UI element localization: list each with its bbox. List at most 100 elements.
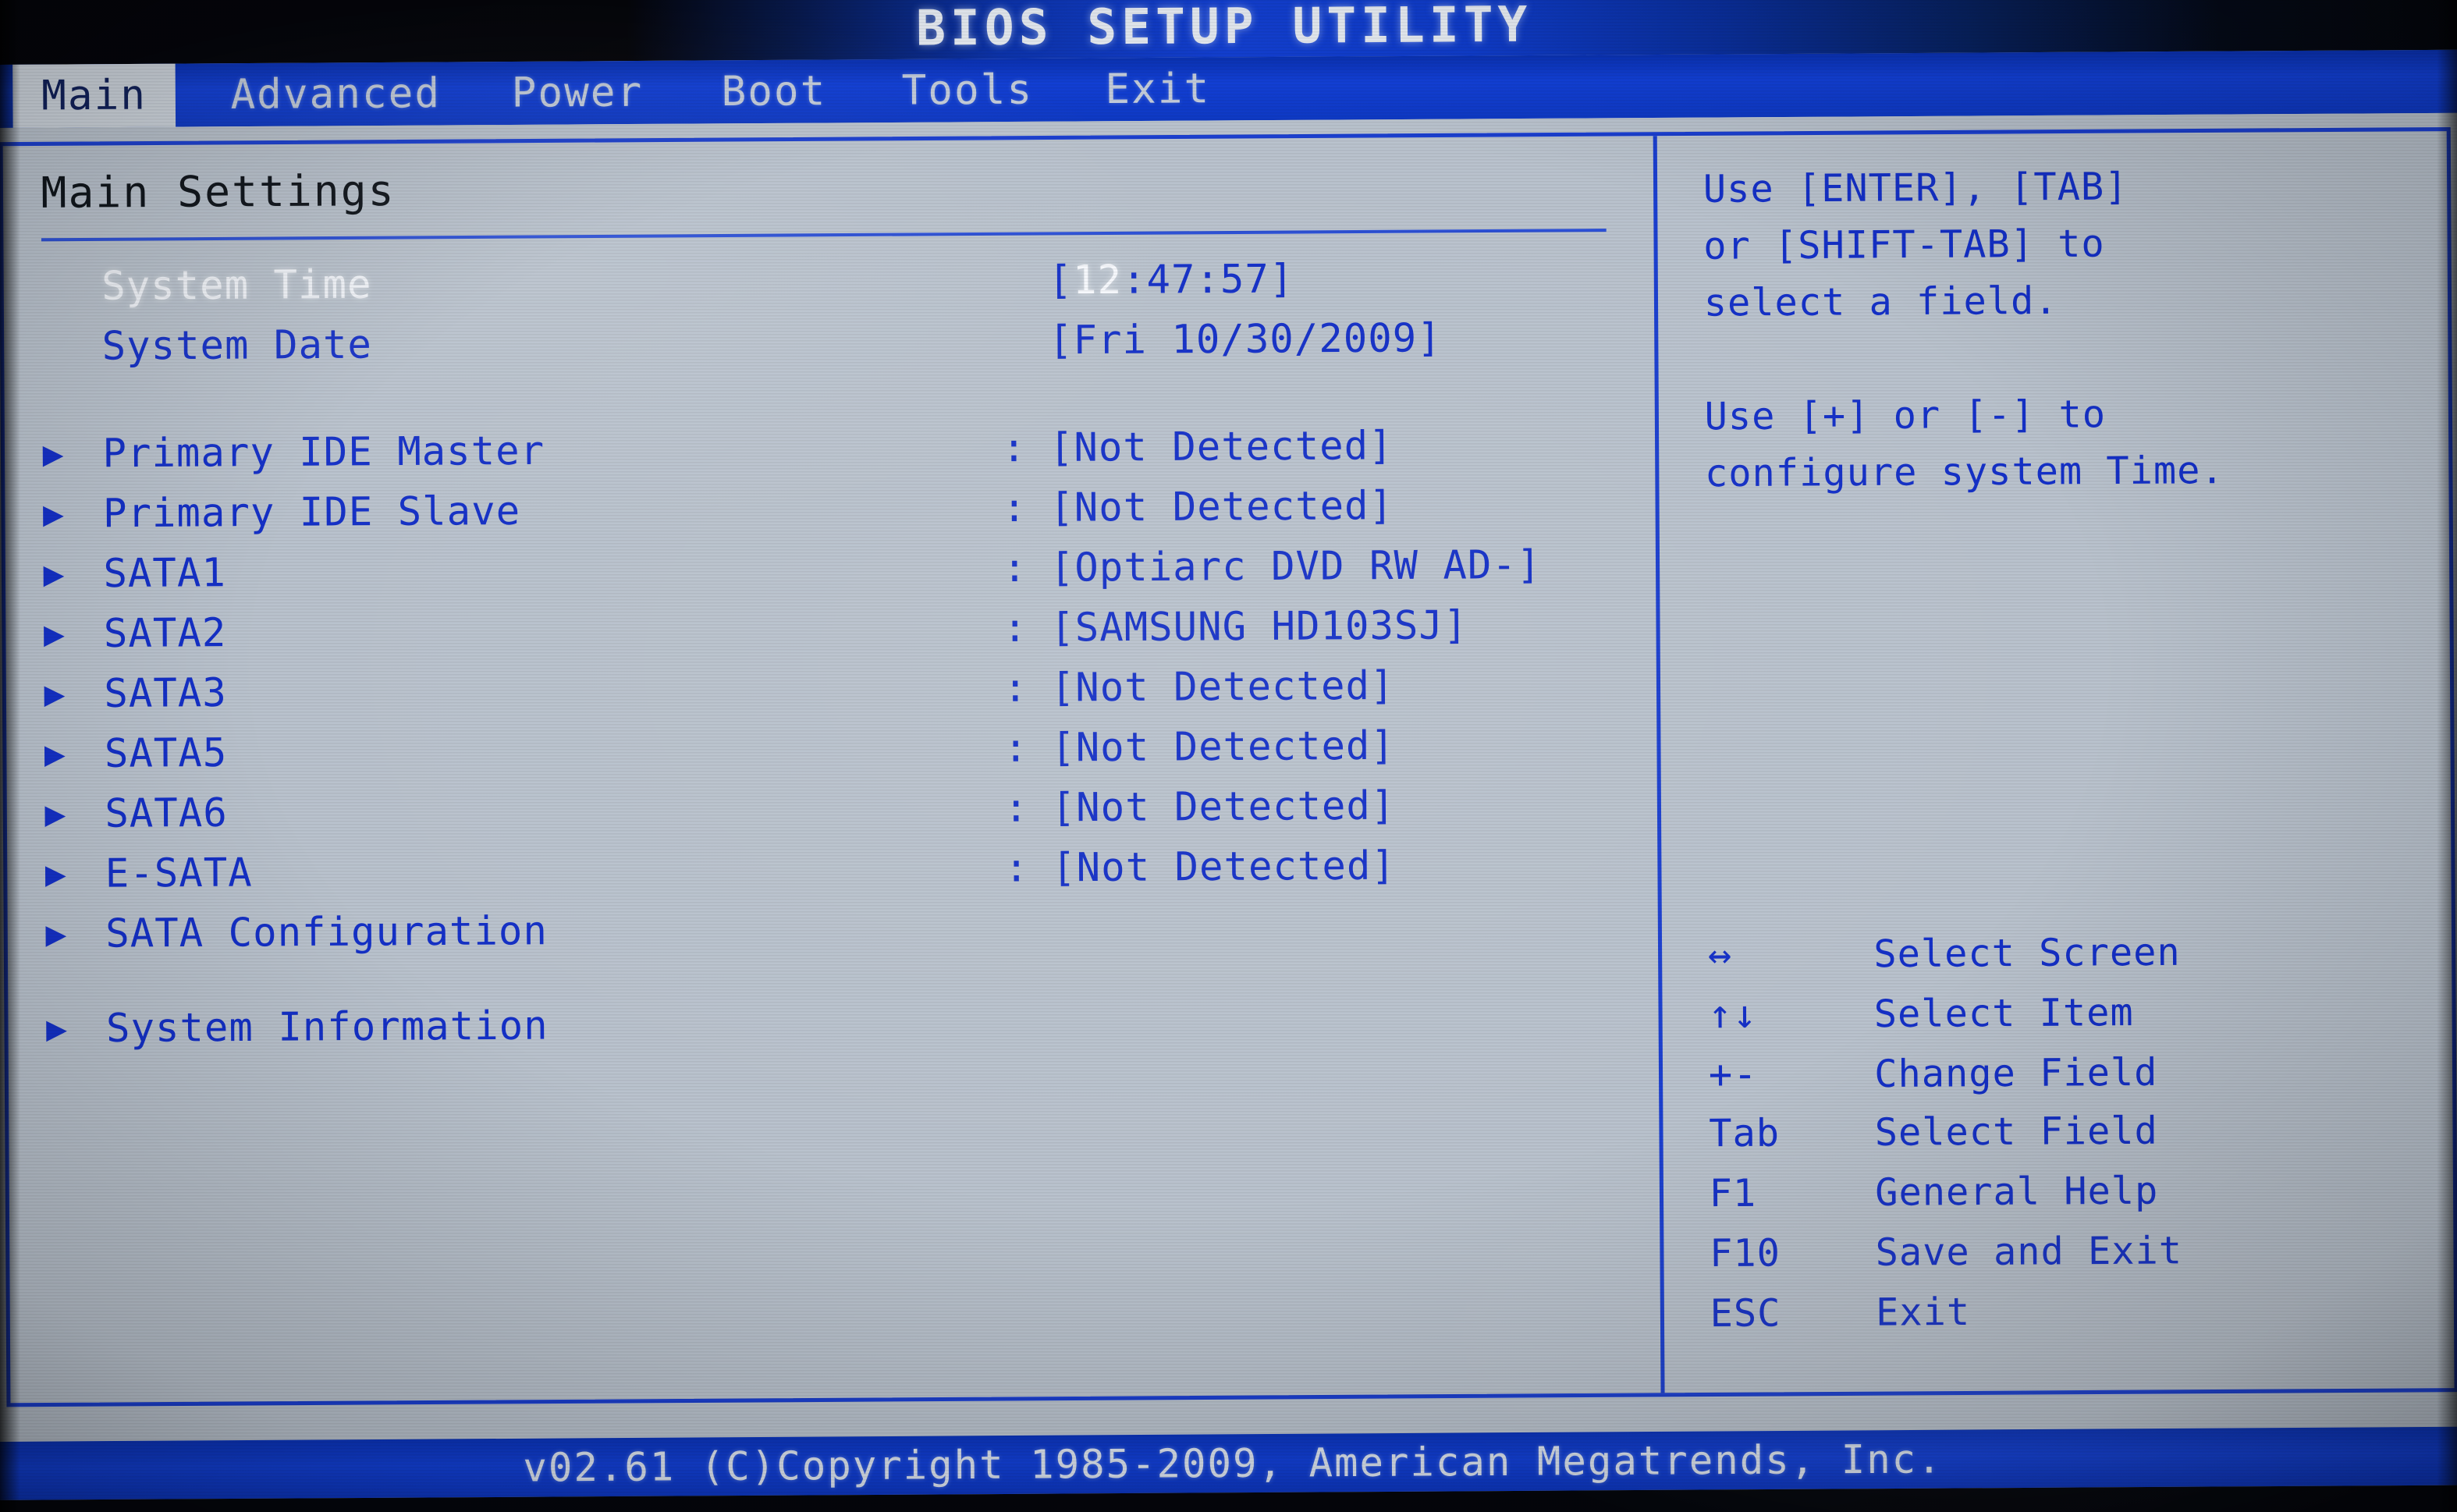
submenu-arrow-icon: ▶ <box>45 1008 69 1049</box>
row-sata6[interactable]: ▶ SATA6 : [Not Detected] <box>44 781 1657 851</box>
help-paragraph-configure-time: Use [+] or [-] to configure system Time. <box>1704 392 2224 496</box>
tab-key-label: Tab <box>1709 1111 1781 1156</box>
label-col: ▶ SATA6 <box>44 785 1004 836</box>
system-time-label: System Time <box>101 261 372 309</box>
legend-select-field: Tab Select Field <box>1709 1107 2404 1171</box>
submenu-arrow-icon: ▶ <box>43 613 66 655</box>
bullet-placeholder-icon: ▶ <box>42 329 102 364</box>
separator: : <box>1004 844 1030 891</box>
label-col: ▶ Primary IDE Master <box>42 425 1002 477</box>
device-label: Primary IDE Master <box>102 428 545 477</box>
tab-tools[interactable]: Tools <box>884 59 1050 122</box>
separator: : <box>1002 545 1028 591</box>
row-sata-configuration[interactable]: ▶ SATA Configuration <box>45 901 1658 971</box>
device-label: SATA1 <box>103 549 227 597</box>
device-value: [Not Detected] <box>1051 722 1396 771</box>
copyright-text: v02.61 (C)Copyright 1985-2009, American … <box>523 1436 1943 1491</box>
submenu-arrow-icon: ▶ <box>44 733 66 775</box>
legend-select-screen: ↔ Select Screen <box>1708 928 2403 992</box>
bracket-open: [ <box>1048 257 1074 303</box>
system-date-value[interactable]: [Fri 10/30/2009] <box>1049 315 1442 364</box>
submenu-arrow-icon: ▶ <box>42 494 66 534</box>
tab-main[interactable]: Main <box>12 63 176 128</box>
tab-boot[interactable]: Boot <box>703 59 846 123</box>
device-value: [Not Detected] <box>1049 422 1394 471</box>
monitor-photo: BIOS SETUP UTILITY Main Advanced Power B… <box>0 0 2457 1512</box>
separator: : <box>1003 605 1028 651</box>
separator: : <box>1003 665 1028 712</box>
device-label: SATA3 <box>104 669 227 717</box>
legend-change-field: +- Change Field <box>1709 1047 2404 1111</box>
submenu-arrow-icon: ▶ <box>44 673 66 715</box>
legend-label: Save and Exit <box>1875 1228 2183 1275</box>
separator: : <box>1002 484 1028 531</box>
label-col: ▶ SATA3 <box>44 665 1003 716</box>
system-date-label: System Date <box>101 321 373 369</box>
row-sata3[interactable]: ▶ SATA3 : [Not Detected] <box>44 661 1656 731</box>
submenu-arrow-icon: ▶ <box>44 854 67 895</box>
row-primary-ide-master[interactable]: ▶ Primary IDE Master : [Not Detected] <box>42 421 1655 492</box>
up-down-arrow-icon: ↑↓ <box>1708 991 1758 1038</box>
body-area: Main Settings ▶ System Time [12:47:57] <box>0 112 2457 1415</box>
label-col: ▶ Primary IDE Slave <box>43 485 1003 537</box>
label-col: ▶ System Time <box>41 257 1001 309</box>
row-primary-ide-slave[interactable]: ▶ Primary IDE Slave : [Not Detected] <box>43 481 1656 552</box>
label-col: ▶ System Information <box>46 999 1006 1051</box>
device-value: [Not Detected] <box>1051 783 1396 831</box>
label-col: ▶ SATA2 <box>43 605 1003 657</box>
device-value: [Optiarc DVD RW AD-] <box>1049 541 1542 591</box>
submenu-label: System Information <box>105 1003 549 1052</box>
bullet-placeholder-icon: ▶ <box>41 269 101 304</box>
row-system-time[interactable]: ▶ System Time [12:47:57] <box>41 254 1654 324</box>
panel-frame: Main Settings ▶ System Time [12:47:57] <box>0 126 2457 1407</box>
help-panel: Use [ENTER], [TAB] or [SHIFT-TAB] to sel… <box>1657 131 2455 1393</box>
row-sata1[interactable]: ▶ SATA1 : [Optiarc DVD RW AD-] <box>43 541 1656 611</box>
submenu-arrow-icon: ▶ <box>43 553 66 595</box>
tab-advanced[interactable]: Advanced <box>211 62 460 126</box>
submenu-arrow-icon: ▶ <box>42 434 65 474</box>
f10-key-label: F10 <box>1710 1230 1781 1276</box>
system-date-rest: Fri 10/30/2009] <box>1073 314 1442 364</box>
f1-key-label: F1 <box>1709 1171 1757 1216</box>
legend-general-help: F1 General Help <box>1710 1167 2405 1231</box>
row-system-date[interactable]: ▶ System Date [Fri 10/30/2009] <box>42 314 1655 384</box>
legend-label: General Help <box>1875 1169 2159 1215</box>
device-label: SATA Configuration <box>105 907 549 957</box>
separator: : <box>1001 424 1027 471</box>
window-title: BIOS SETUP UTILITY <box>915 0 1532 57</box>
legend-label: Select Item <box>1873 990 2134 1037</box>
separator: : <box>1003 725 1029 771</box>
device-label: E-SATA <box>105 849 253 896</box>
label-col: ▶ E-SATA <box>45 845 1005 896</box>
row-system-information[interactable]: ▶ System Information <box>46 996 1659 1066</box>
bracket-open: [ <box>1048 317 1074 364</box>
tab-exit[interactable]: Exit <box>1092 57 1225 121</box>
section-divider <box>41 229 1607 242</box>
device-value: [Not Detected] <box>1051 843 1397 891</box>
plus-minus-icon: +- <box>1708 1051 1758 1098</box>
label-col: ▶ SATA Configuration <box>45 905 1005 957</box>
device-value: [SAMSUNG HD103SJ] <box>1050 602 1468 651</box>
esc-key-label: ESC <box>1710 1290 1781 1336</box>
row-sata5[interactable]: ▶ SATA5 : [Not Detected] <box>44 721 1657 791</box>
legend-label: Change Field <box>1874 1050 2158 1097</box>
row-sata2[interactable]: ▶ SATA2 : [SAMSUNG HD103SJ] <box>44 601 1656 671</box>
legend-label: Select Field <box>1874 1109 2159 1155</box>
row-e-sata[interactable]: ▶ E-SATA : [Not Detected] <box>45 841 1658 911</box>
device-label: Primary IDE Slave <box>102 488 521 537</box>
tab-power[interactable]: Power <box>494 61 660 125</box>
device-label: SATA6 <box>105 790 228 836</box>
device-label: SATA5 <box>104 729 228 777</box>
label-col: ▶ SATA5 <box>44 725 1004 776</box>
legend-select-item: ↑↓ Select Item <box>1708 987 2403 1051</box>
legend-exit: ESC Exit <box>1710 1287 2405 1351</box>
settings-panel: Main Settings ▶ System Time [12:47:57] <box>3 136 1661 1403</box>
section-title: Main Settings <box>41 165 396 218</box>
system-time-hours[interactable]: 12 <box>1073 257 1122 303</box>
device-value: [Not Detected] <box>1050 662 1395 711</box>
label-col: ▶ System Date <box>42 318 1002 369</box>
system-time-rest: :47:57] <box>1121 255 1294 303</box>
device-value: [Not Detected] <box>1049 482 1394 531</box>
system-time-value[interactable]: [12:47:57] <box>1048 256 1294 303</box>
